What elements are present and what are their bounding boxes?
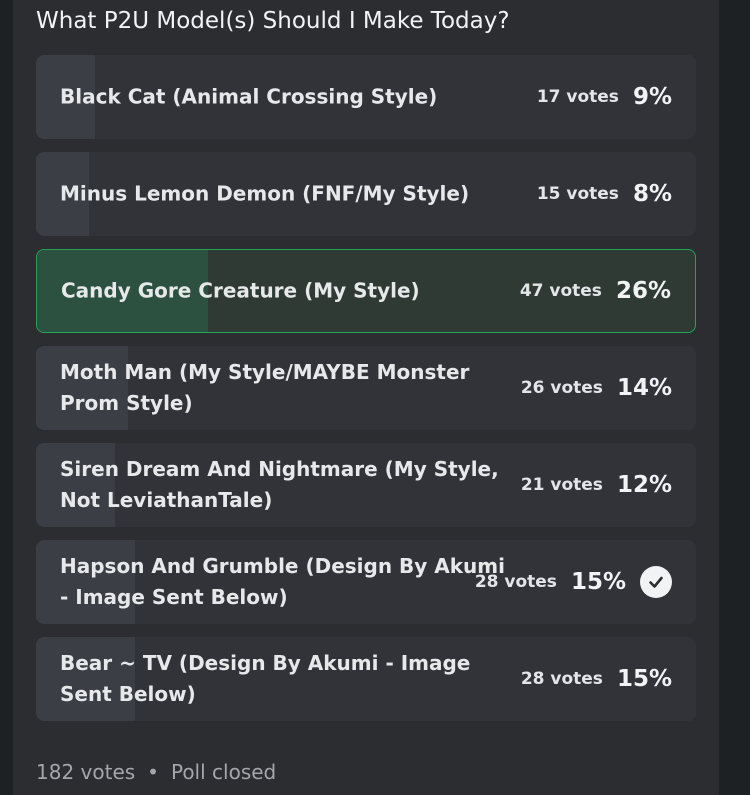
poll-answer-1[interactable]: Black Cat (Animal Crossing Style) 17 vot…: [36, 55, 696, 139]
vote-count: 17 votes: [536, 87, 619, 107]
vote-count: 21 votes: [520, 475, 603, 495]
answer-stats: 26 votes 14%: [521, 375, 672, 401]
answer-label: Black Cat (Animal Crossing Style): [60, 84, 438, 109]
total-votes: 182 votes: [36, 760, 136, 784]
vote-percent: 8%: [632, 181, 672, 207]
poll-answer-5[interactable]: Siren Dream And Nightmare (My Style, Not…: [36, 443, 696, 527]
vote-count: 28 votes: [474, 572, 557, 592]
vote-percent: 15%: [570, 569, 626, 595]
answer-stats: 15 votes 8%: [537, 181, 672, 207]
answer-label: Minus Lemon Demon (FNF/My Style): [60, 181, 470, 206]
vote-percent: 12%: [616, 472, 672, 498]
answer-stats: 21 votes 12%: [521, 472, 672, 498]
checkmark-icon: [640, 566, 672, 598]
poll-card: What P2U Model(s) Should I Make Today? B…: [12, 0, 720, 795]
poll-answer-6[interactable]: Hapson And Grumble (Design By Akumi - Im…: [36, 540, 696, 624]
answer-label: Candy Gore Creature (My Style): [61, 278, 420, 303]
poll-footer: 182 votes • Poll closed: [36, 760, 276, 784]
vote-percent: 15%: [616, 666, 672, 692]
poll-answer-2[interactable]: Minus Lemon Demon (FNF/My Style) 15 vote…: [36, 152, 696, 236]
poll-answers: Black Cat (Animal Crossing Style) 17 vot…: [36, 55, 696, 734]
vote-count: 28 votes: [520, 669, 603, 689]
answer-label: Siren Dream And Nightmare (My Style, Not…: [60, 457, 499, 512]
poll-answer-7[interactable]: Bear ~ TV (Design By Akumi - Image Sent …: [36, 637, 696, 721]
answer-stats: 28 votes 15%: [521, 666, 672, 692]
separator-dot: •: [147, 760, 159, 784]
vote-count: 26 votes: [520, 378, 603, 398]
poll-question: What P2U Model(s) Should I Make Today?: [36, 8, 510, 34]
answer-label: Moth Man (My Style/MAYBE Monster Prom St…: [60, 360, 470, 415]
poll-answer-3[interactable]: Candy Gore Creature (My Style) 47 votes …: [36, 249, 696, 333]
answer-stats: 47 votes 26%: [520, 278, 671, 304]
vote-count: 15 votes: [536, 184, 619, 204]
answer-stats: 17 votes 9%: [537, 84, 672, 110]
vote-percent: 14%: [616, 375, 672, 401]
answer-label: Bear ~ TV (Design By Akumi - Image Sent …: [60, 651, 471, 706]
answer-stats: 28 votes 15%: [475, 566, 672, 598]
poll-status: Poll closed: [170, 760, 277, 784]
poll-answer-4[interactable]: Moth Man (My Style/MAYBE Monster Prom St…: [36, 346, 696, 430]
vote-percent: 9%: [632, 84, 672, 110]
vote-percent: 26%: [615, 278, 671, 304]
vote-count: 47 votes: [519, 281, 602, 301]
answer-label: Hapson And Grumble (Design By Akumi - Im…: [60, 554, 505, 609]
